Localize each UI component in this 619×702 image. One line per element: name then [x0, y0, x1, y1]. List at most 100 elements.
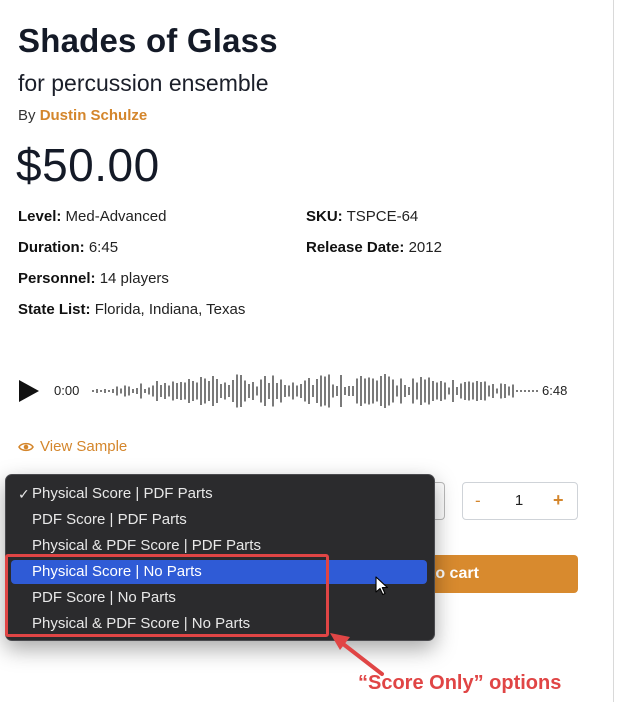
waveform-bar — [192, 381, 194, 401]
eye-icon — [18, 442, 34, 452]
waveform-bar — [196, 382, 198, 400]
play-icon[interactable] — [18, 379, 40, 403]
product-page: Shades of Glass for percussion ensemble … — [0, 0, 619, 702]
waveform-bar — [340, 375, 342, 407]
waveform-bar — [348, 386, 350, 396]
mouse-cursor-icon — [375, 576, 389, 596]
audio-player: 0:00 6:48 — [18, 370, 578, 412]
waveform-bar — [464, 382, 466, 400]
meta-sku: SKU: TSPCE-64 — [306, 208, 418, 225]
waveform-bar — [400, 378, 402, 404]
waveform-bar — [268, 383, 270, 399]
waveform-bar — [172, 381, 174, 401]
waveform-bar — [104, 389, 106, 393]
meta-level-label: Level: — [18, 208, 62, 225]
page-divider — [613, 0, 614, 702]
meta-state-label: State List: — [18, 301, 91, 318]
quantity-value[interactable]: 1 — [513, 492, 525, 509]
waveform-bar — [444, 382, 446, 400]
waveform-bar — [124, 385, 126, 397]
waveform-bar — [208, 381, 210, 401]
waveform-bar — [500, 383, 502, 399]
waveform-bar — [96, 389, 98, 393]
meta-state-list: State List: Florida, Indiana, Texas — [18, 301, 245, 318]
waveform-bar — [240, 375, 242, 407]
waveform-bar — [188, 379, 190, 403]
meta-sku-value: TSPCE-64 — [346, 208, 419, 225]
meta-level: Level: Med-Advanced — [18, 208, 166, 225]
dropdown-option-physical-score-pdf-parts[interactable]: ✓ Physical Score | PDF Parts — [11, 482, 427, 506]
waveform-bar — [504, 384, 506, 398]
waveform-bar — [312, 385, 314, 397]
waveform-bar — [452, 380, 454, 402]
waveform-bar — [528, 390, 530, 392]
product-subtitle: for percussion ensemble — [18, 70, 269, 96]
waveform-bar — [420, 377, 422, 405]
waveform-bar — [316, 379, 318, 403]
waveform-bar — [280, 379, 282, 403]
waveform-bar — [480, 382, 482, 400]
add-to-cart-label: to cart — [430, 565, 479, 582]
waveform-bar — [496, 388, 498, 394]
waveform-bar — [236, 374, 238, 408]
view-sample-link[interactable]: View Sample — [18, 438, 127, 455]
waveform-bar — [200, 377, 202, 405]
view-sample-label: View Sample — [40, 438, 128, 455]
waveform-bar — [432, 381, 434, 401]
meta-sku-label: SKU: — [306, 208, 343, 225]
waveform-bar — [216, 379, 218, 403]
waveform-bar — [536, 390, 538, 392]
waveform-bar — [360, 376, 362, 406]
waveform-bar — [508, 386, 510, 396]
waveform-bar — [304, 380, 306, 402]
waveform-bar — [356, 378, 358, 404]
product-price: $50.00 — [16, 139, 160, 191]
waveform-bar — [520, 390, 522, 392]
waveform-bar — [276, 383, 278, 399]
waveform-bar — [176, 383, 178, 399]
waveform-bar — [364, 378, 366, 404]
waveform-bar — [160, 385, 162, 397]
waveform-bar — [376, 380, 378, 402]
waveform-bar — [408, 387, 410, 395]
composer-link[interactable]: Dustin Schulze — [40, 107, 148, 124]
waveform-bar — [424, 379, 426, 403]
waveform-bar — [524, 390, 526, 392]
waveform-scrubber[interactable] — [90, 370, 545, 412]
waveform-bar — [148, 387, 150, 395]
waveform-bar — [204, 378, 206, 404]
waveform-bar — [220, 384, 222, 398]
meta-release-date: Release Date: 2012 — [306, 239, 442, 256]
meta-release-label: Release Date: — [306, 239, 405, 256]
waveform-bar — [324, 376, 326, 406]
waveform-bar — [512, 384, 514, 398]
waveform-bar — [392, 379, 394, 403]
waveform-bar — [112, 389, 114, 393]
waveform-bar — [244, 380, 246, 402]
quantity-stepper: - 1 + — [462, 482, 578, 520]
quantity-decrease-button[interactable]: - — [475, 491, 481, 511]
product-title: Shades of Glass — [18, 22, 278, 59]
add-to-cart-button[interactable]: to cart — [420, 555, 578, 593]
waveform-bar — [228, 385, 230, 397]
by-prefix: By — [18, 107, 36, 124]
waveform-bar — [136, 388, 138, 394]
dropdown-option-label: Physical & PDF Score | PDF Parts — [32, 537, 261, 554]
quantity-increase-button[interactable]: + — [553, 490, 564, 511]
waveform-bar — [368, 377, 370, 405]
waveform-bar — [256, 386, 258, 396]
waveform-bar — [152, 385, 154, 397]
waveform-bar — [156, 381, 158, 401]
waveform-bar — [440, 381, 442, 401]
meta-personnel-label: Personnel: — [18, 270, 96, 287]
waveform-bar — [372, 378, 374, 404]
waveform-bar — [412, 378, 414, 404]
waveform-bar — [436, 382, 438, 400]
waveform-bar — [384, 374, 386, 408]
waveform-bar — [260, 379, 262, 403]
waveform-bar — [380, 376, 382, 406]
dropdown-option-pdf-score-pdf-parts[interactable]: PDF Score | PDF Parts — [11, 508, 427, 532]
waveform-bar — [164, 383, 166, 399]
waveform-bar — [288, 385, 290, 397]
waveform-bar — [532, 390, 534, 392]
